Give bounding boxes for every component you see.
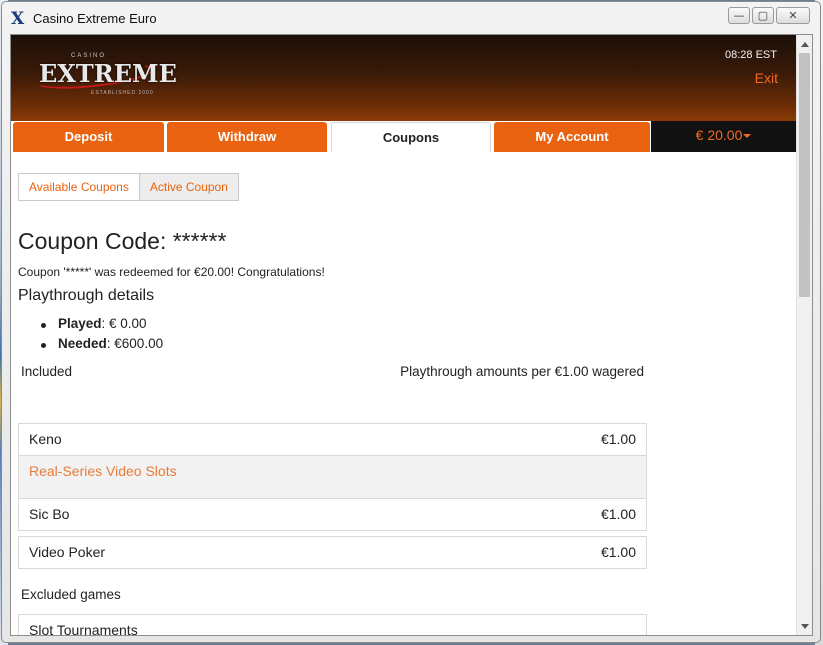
clock: 08:28 EST: [725, 49, 777, 61]
included-header: Included Playthrough amounts per €1.00 w…: [21, 364, 644, 384]
playthrough-heading: Playthrough details: [18, 287, 155, 304]
subtab-active-coupon[interactable]: Active Coupon: [139, 173, 239, 201]
game-group-name[interactable]: Real-Series Video Slots: [29, 463, 177, 479]
tab-deposit[interactable]: Deposit: [13, 122, 164, 152]
needed-value: : €600.00: [106, 336, 164, 351]
game-amount: €1.00: [600, 431, 636, 447]
excluded-heading: Excluded games: [21, 587, 121, 602]
excluded-game-name: Slot Tournaments: [29, 622, 138, 636]
window-controls: — ▢ ✕: [728, 7, 810, 25]
caret-down-icon: [743, 134, 752, 139]
table-row: Video Poker €1.00: [18, 536, 647, 569]
casino-header: CASINO EXTREME ESTABLISHED 2000 08:28 ES…: [11, 35, 796, 121]
playthrough-list: Played: € 0.00 Needed: €600.00: [41, 316, 163, 356]
game-amount: €1.00: [600, 506, 636, 522]
window-titlebar[interactable]: X Casino Extreme Euro — ▢ ✕: [2, 2, 820, 34]
bullet-icon: [41, 323, 46, 328]
minimize-button[interactable]: —: [728, 7, 750, 24]
scroll-down-icon[interactable]: [801, 624, 809, 629]
game-amount: €1.00: [600, 544, 636, 560]
exit-link[interactable]: Exit: [755, 70, 778, 86]
game-name: Video Poker: [29, 544, 106, 560]
tab-withdraw[interactable]: Withdraw: [167, 122, 327, 152]
tab-my-account[interactable]: My Account: [494, 122, 650, 152]
table-row: Keno €1.00: [18, 423, 647, 456]
table-row-group: Real-Series Video Slots: [18, 456, 647, 499]
list-item-needed: Needed: €600.00: [41, 336, 163, 356]
maximize-button[interactable]: ▢: [752, 7, 774, 24]
main-tabs: Deposit Withdraw Coupons My Account € 20…: [11, 121, 796, 152]
game-name: Sic Bo: [29, 506, 70, 522]
balance-dropdown[interactable]: € 20.00: [651, 121, 796, 152]
logo-extreme-text: EXTREME: [39, 59, 177, 88]
coupons-content: Available Coupons Active Coupon Coupon C…: [11, 152, 796, 636]
tab-coupons[interactable]: Coupons: [331, 122, 491, 152]
scroll-thumb[interactable]: [799, 53, 810, 297]
table-row: Slot Tournaments: [18, 614, 647, 636]
game-name: Keno: [29, 431, 62, 447]
bullet-icon: [41, 343, 46, 348]
app-window: X Casino Extreme Euro — ▢ ✕ CASINO EXTRE…: [1, 1, 821, 643]
scroll-up-icon[interactable]: [801, 42, 809, 47]
subtab-available-coupons[interactable]: Available Coupons: [18, 173, 140, 201]
coupon-code-heading: Coupon Code: ******: [18, 228, 227, 254]
played-value: : € 0.00: [101, 316, 147, 331]
played-label: Played: [58, 316, 102, 331]
coupon-subtabs: Available Coupons Active Coupon: [18, 173, 239, 201]
client-area: CASINO EXTREME ESTABLISHED 2000 08:28 ES…: [10, 34, 813, 636]
playthrough-amounts-heading: Playthrough amounts per €1.00 wagered: [400, 364, 644, 379]
casino-extreme-logo: CASINO EXTREME ESTABLISHED 2000: [32, 53, 177, 96]
balance-value: € 20.00: [695, 127, 743, 143]
app-x-icon: X: [11, 9, 25, 29]
included-heading: Included: [21, 364, 73, 379]
vertical-scrollbar[interactable]: [796, 35, 812, 635]
logo-established-text: ESTABLISHED 2000: [91, 90, 154, 96]
close-button[interactable]: ✕: [776, 7, 810, 24]
window-title: Casino Extreme Euro: [33, 11, 157, 26]
table-row: Sic Bo €1.00: [18, 498, 647, 531]
needed-label: Needed: [58, 336, 107, 351]
list-item-played: Played: € 0.00: [41, 316, 163, 336]
redeem-message: Coupon '*****' was redeemed for €20.00! …: [18, 265, 325, 279]
